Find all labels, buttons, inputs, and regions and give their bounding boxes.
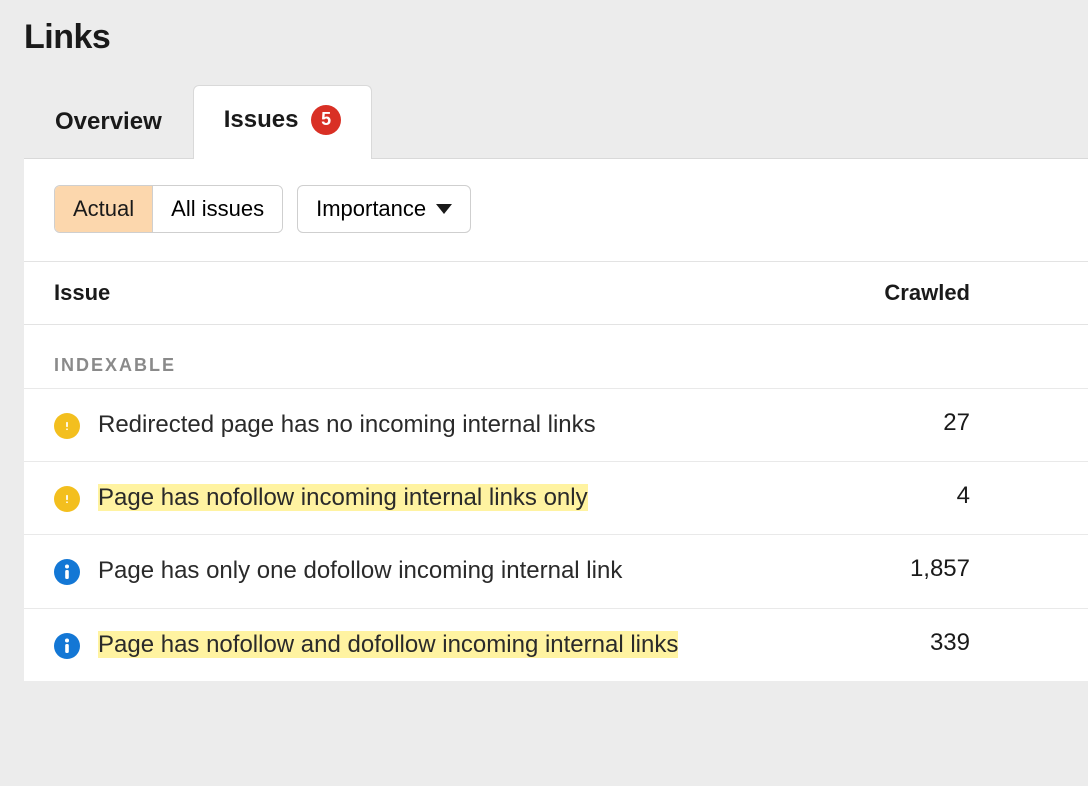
issue-title: Page has only one dofollow incoming inte… bbox=[98, 555, 870, 587]
issue-crawled-count: 4 bbox=[870, 482, 970, 510]
warning-icon bbox=[54, 413, 80, 439]
filter-actual-button[interactable]: Actual bbox=[55, 186, 152, 232]
table-header: Issue Crawled bbox=[24, 261, 1088, 325]
tab-overview[interactable]: Overview bbox=[24, 87, 193, 158]
info-icon bbox=[54, 633, 80, 659]
tab-issues[interactable]: Issues 5 bbox=[193, 85, 372, 159]
page-title: Links bbox=[24, 18, 1088, 57]
tabs: Overview Issues 5 bbox=[24, 85, 1088, 159]
issue-crawled-count: 1,857 bbox=[870, 555, 970, 583]
group-label-indexable: INDEXABLE bbox=[24, 325, 1088, 389]
col-crawled: Crawled bbox=[884, 280, 970, 306]
tab-label: Overview bbox=[55, 108, 162, 135]
info-icon bbox=[54, 559, 80, 585]
issue-row[interactable]: Page has only one dofollow incoming inte… bbox=[24, 535, 1088, 608]
actual-toggle: Actual All issues bbox=[54, 185, 283, 233]
issue-crawled-count: 339 bbox=[870, 629, 970, 657]
warning-icon bbox=[54, 486, 80, 512]
issue-crawled-count: 27 bbox=[870, 409, 970, 437]
issue-row[interactable]: Page has nofollow and dofollow incoming … bbox=[24, 609, 1088, 681]
issue-row[interactable]: Redirected page has no incoming internal… bbox=[24, 389, 1088, 462]
issue-title: Redirected page has no incoming internal… bbox=[98, 409, 870, 441]
sort-dropdown[interactable]: Importance bbox=[297, 185, 471, 233]
issue-title: Page has nofollow and dofollow incoming … bbox=[98, 629, 870, 661]
sort-label: Importance bbox=[316, 196, 426, 222]
filter-bar: Actual All issues Importance bbox=[24, 185, 1088, 261]
issue-row[interactable]: Page has nofollow incoming internal link… bbox=[24, 462, 1088, 535]
caret-down-icon bbox=[436, 204, 452, 214]
col-issue: Issue bbox=[54, 280, 110, 306]
filter-all-issues-button[interactable]: All issues bbox=[152, 186, 282, 232]
tab-label: Issues bbox=[224, 106, 299, 133]
issue-title: Page has nofollow incoming internal link… bbox=[98, 482, 870, 514]
issues-count-badge: 5 bbox=[311, 105, 341, 135]
issues-panel: Actual All issues Importance Issue Crawl… bbox=[24, 159, 1088, 682]
